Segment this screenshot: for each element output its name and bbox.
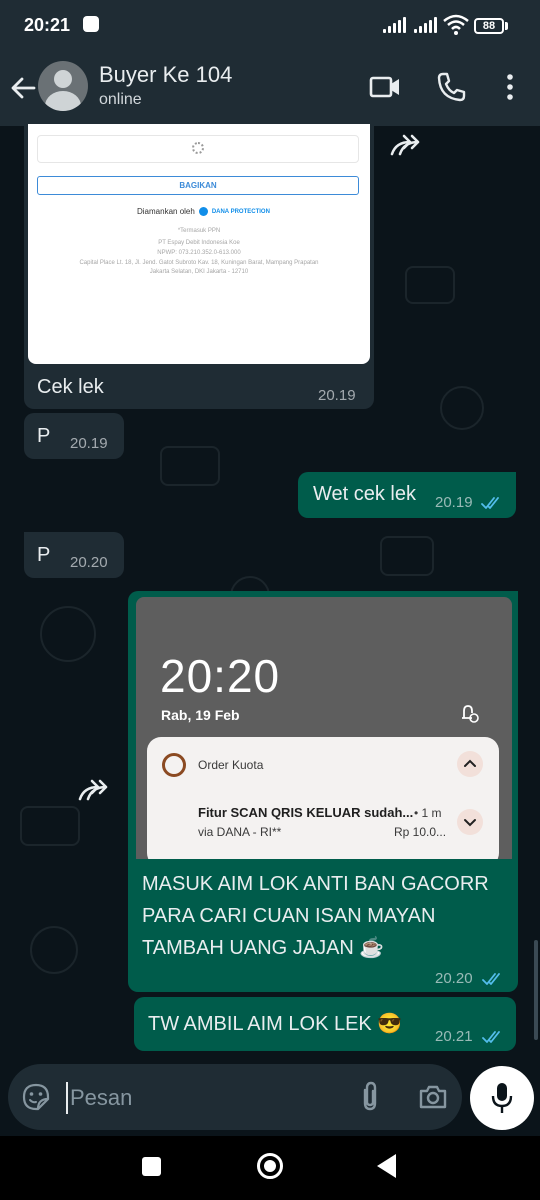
microphone-icon <box>491 1083 513 1113</box>
image-npwp: NPWP: 073.210.352.0-613.000 <box>157 250 241 256</box>
message-text: Cek lek <box>37 376 104 398</box>
wallpaper-doodle <box>380 536 434 576</box>
message-time: 20.19 <box>435 494 473 511</box>
wallpaper-doodle <box>405 266 455 304</box>
forward-icon[interactable] <box>76 773 114 811</box>
mic-button[interactable] <box>470 1066 534 1130</box>
message-text: P <box>37 544 51 566</box>
system-navigation-bar <box>0 1136 540 1200</box>
message-composer <box>8 1064 462 1130</box>
message-text: Wet cek lek <box>313 483 416 505</box>
message-text: P <box>37 425 51 447</box>
image-protection: Diamankan oleh DANA PROTECTION <box>137 207 270 216</box>
sticker-icon[interactable] <box>21 1082 51 1112</box>
home-button[interactable] <box>257 1153 283 1179</box>
image-address-1: Capital Place Lt. 18, Jl. Jend. Gatot Su… <box>79 260 319 266</box>
bell-settings-icon <box>462 705 479 723</box>
camera-icon[interactable] <box>418 1082 448 1112</box>
battery-icon: 88 <box>474 18 504 34</box>
wifi-icon <box>443 14 469 35</box>
wallpaper-doodle <box>40 606 96 662</box>
more-options-icon[interactable] <box>495 70 525 104</box>
attachment-icon[interactable] <box>358 1080 382 1112</box>
image-company: PT Espay Debit Indonesia Koe <box>158 240 240 246</box>
message-time: 20.21 <box>435 1028 473 1045</box>
video-call-icon[interactable] <box>368 72 402 102</box>
lockscreen-date: Rab, 19 Feb <box>161 707 240 723</box>
caption-line: PARA CARI CUAN ISAN MAYAN <box>142 905 436 927</box>
message-bubble-incoming[interactable]: P 20.19 <box>24 413 124 459</box>
image-secured-brand: DANA PROTECTION <box>211 208 270 215</box>
message-bubble-incoming[interactable]: P 20.20 <box>24 532 124 578</box>
message-bubble-outgoing[interactable]: Wet cek lek 20.19 <box>298 472 516 518</box>
message-image[interactable]: BAGIKAN Diamankan oleh DANA PROTECTION *… <box>28 124 370 364</box>
wallpaper-doodle <box>160 446 220 486</box>
message-bubble-outgoing[interactable]: TW AMBIL AIM LOK LEK 😎 20.21 <box>134 997 516 1051</box>
dana-logo-icon <box>198 207 208 216</box>
battery-level: 88 <box>482 20 496 32</box>
message-input[interactable] <box>66 1082 336 1114</box>
signal-icon <box>383 17 406 33</box>
message-time: 20.20 <box>70 554 108 571</box>
wallpaper-doodle <box>30 926 78 974</box>
avatar-body <box>45 91 81 111</box>
read-receipt-icon <box>482 973 500 985</box>
battery-tip <box>505 22 508 30</box>
forward-icon[interactable] <box>388 128 426 166</box>
lockscreen-time: 20:20 <box>160 650 281 702</box>
avatar-head <box>54 70 72 88</box>
signal-icon-2 <box>414 17 437 33</box>
wallpaper-doodle <box>20 806 80 846</box>
image-address-2: Jakarta Selatan, DKI Jakarta - 12710 <box>149 269 249 275</box>
notification-amount: Rp 10.0... <box>394 825 447 839</box>
scrollbar[interactable] <box>534 940 538 1040</box>
message-caption: MASUK AIM LOK ANTI BAN GACORR PARA CARI … <box>142 868 514 964</box>
notification-age: • 1 m <box>414 806 442 820</box>
recent-apps-button[interactable] <box>142 1157 161 1176</box>
contact-name[interactable]: Buyer Ke 104 <box>99 62 232 88</box>
collapse-icon <box>457 751 483 777</box>
notification-app-name: Order Kuota <box>198 758 264 772</box>
image-share-button: BAGIKAN <box>37 176 359 195</box>
message-time: 20.19 <box>70 435 108 452</box>
lockscreen-notification: Order Kuota Fitur SCAN QRIS KELUAR sudah… <box>147 737 499 859</box>
loading-spinner-icon <box>192 142 204 154</box>
image-vat-note: *Termasuk PPN <box>177 228 221 234</box>
expand-icon <box>457 809 483 835</box>
message-bubble-incoming[interactable]: BAGIKAN Diamankan oleh DANA PROTECTION *… <box>24 112 374 409</box>
voice-call-icon[interactable] <box>434 70 468 104</box>
contact-avatar[interactable] <box>38 61 88 111</box>
notification-icon <box>83 16 99 32</box>
message-text: TW AMBIL AIM LOK LEK 😎 <box>148 1013 403 1035</box>
message-image[interactable]: 20:20 Rab, 19 Feb Order Kuota Fitur SCAN… <box>136 597 512 859</box>
status-time: 20:21 <box>24 15 71 35</box>
message-time: 20.20 <box>435 970 473 987</box>
notification-title: Fitur SCAN QRIS KELUAR sudah... <box>198 805 414 820</box>
back-arrow-icon[interactable] <box>8 72 40 104</box>
wallpaper-doodle <box>440 386 484 430</box>
read-receipt-icon <box>481 497 499 509</box>
message-time: 20.19 <box>318 387 356 404</box>
read-receipt-icon <box>482 1031 500 1043</box>
contact-status: online <box>99 91 142 108</box>
status-bar: 20:21 88 <box>0 0 540 52</box>
caption-line: MASUK AIM LOK ANTI BAN GACORR <box>142 873 489 895</box>
system-back-button[interactable] <box>377 1154 396 1178</box>
caption-line: TAMBAH UANG JAJAN ☕ <box>142 937 385 959</box>
notification-app-icon <box>162 753 186 777</box>
notification-subtitle: via DANA - RI** <box>198 825 282 839</box>
image-secured-by: Diamankan oleh <box>137 207 195 216</box>
